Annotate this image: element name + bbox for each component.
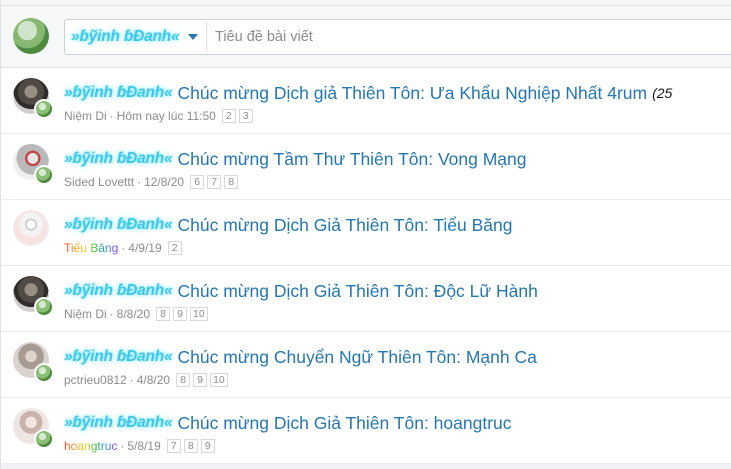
thread-date[interactable]: 5/8/19 [127,439,160,453]
thread-meta: hoangtruc · 5/8/19 7 8 9 [64,438,215,454]
last-poster-avatar[interactable] [34,297,54,317]
page-jump: 7 8 9 [166,439,215,453]
panel-bottom-border [1,464,731,469]
thread-prefix-label[interactable]: »ɓỹinh ɓĐanh« [64,282,173,300]
page-link[interactable]: 3 [238,109,253,123]
author-name-link[interactable]: hoangtruc [64,439,117,453]
thread-date[interactable]: 4/8/20 [137,373,170,387]
last-poster-avatar[interactable] [34,363,54,383]
author-name-link[interactable]: Tiểu Băng [64,241,118,255]
thread-title-line: »ɓỹinh ɓĐanh« Chúc mừng Dịch Giả Thiên T… [64,213,724,237]
meta-separator: · [109,109,114,123]
author-name-link[interactable]: Sided Lovettt [64,175,134,189]
thread-prefix-label[interactable]: »ɓỹinh ɓĐanh« [64,150,173,168]
page-link[interactable]: 8 [183,439,198,453]
thread-date[interactable]: 4/9/19 [128,241,161,255]
thread-meta: pctrieu0812 · 4/8/20 8 9 10 [64,372,228,388]
thread-prefix-label[interactable]: »ɓỹinh ɓĐanh« [64,348,173,366]
page-link[interactable]: 10 [190,307,208,321]
meta-separator: · [121,241,126,255]
thread-row: »ɓỹinh ɓĐanh« Chúc mừng Chuyển Ngữ Thiên… [1,332,731,398]
thread-date[interactable]: 8/8/20 [117,307,150,321]
page-jump: 8 9 10 [156,307,208,321]
meta-separator: · [129,373,134,387]
page-link[interactable]: 9 [193,373,208,387]
thread-date[interactable]: Hôm nay lúc 11:50 [117,109,216,123]
page-link[interactable]: 10 [210,373,228,387]
thread-title-link[interactable]: Chúc mừng Dịch Giả Thiên Tôn: Độc Lữ Hàn… [178,281,538,302]
thread-title-line: »ɓỹinh ɓĐanh« Chúc mừng Chuyển Ngữ Thiên… [64,345,724,369]
thread-title-link[interactable]: Chúc mừng Dịch Giả Thiên Tôn: hoangtruc [178,413,512,434]
page-jump: 6 7 8 [190,175,239,189]
current-user-avatar[interactable] [13,18,49,54]
thread-prefix-label[interactable]: »ɓỹinh ɓĐanh« [64,216,173,234]
page-link[interactable]: 9 [200,439,215,453]
page-link[interactable]: 8 [224,175,239,189]
thread-meta: Sided Lovettt · 12/8/20 6 7 8 [64,174,239,190]
page-link[interactable]: 8 [176,373,191,387]
thread-row: »ɓỹinh ɓĐanh« Chúc mừng Dịch Giả Thiên T… [1,200,731,266]
thread-title-extra: (25 [652,85,673,101]
page-link[interactable]: 2 [167,241,182,255]
last-poster-avatar[interactable] [34,165,54,185]
thread-row: »ɓỹinh ɓĐanh« Chúc mừng Dịch Giả Thiên T… [1,398,731,464]
prefix-dropdown[interactable]: »ɓỹinh ɓĐanh« [67,22,207,52]
thread-title-link[interactable]: Chúc mừng Dịch giả Thiên Tôn: Ưa Khẩu Ng… [178,83,648,104]
thread-row: »ɓỹinh ɓĐanh« Chúc mừng Dịch giả Thiên T… [1,68,731,134]
thread-row: »ɓỹinh ɓĐanh« Chúc mừng Dịch Giả Thiên T… [1,266,731,332]
page-link[interactable]: 7 [166,439,181,453]
thread-prefix-label[interactable]: »ɓỹinh ɓĐanh« [64,84,173,102]
meta-separator: · [109,307,114,321]
thread-title-line: »ɓỹinh ɓĐanh« Chúc mừng Dịch Giả Thiên T… [64,411,724,435]
page-link[interactable]: 6 [190,175,205,189]
thread-date[interactable]: 12/8/20 [144,175,184,189]
page-jump: 2 [167,241,182,255]
meta-separator: · [120,439,125,453]
page-jump: 2 3 [221,109,253,123]
thread-title-input[interactable] [211,22,726,52]
quick-thread-bar: »ɓỹinh ɓĐanh« [1,6,731,68]
thread-title-link[interactable]: Chúc mừng Dịch Giả Thiên Tôn: Tiểu Băng [178,215,513,236]
thread-title-link[interactable]: Chúc mừng Chuyển Ngữ Thiên Tôn: Mạnh Ca [178,347,537,368]
thread-row: »ɓỹinh ɓĐanh« Chúc mừng Tầm Thư Thiên Tô… [1,134,731,200]
thread-title-line: »ɓỹinh ɓĐanh« Chúc mừng Dịch giả Thiên T… [64,81,724,105]
thread-meta: Niệm Di · 8/8/20 8 9 10 [64,306,208,322]
last-poster-avatar[interactable] [34,429,54,449]
thread-list-panel: »ɓỹinh ɓĐanh« »ɓỹinh ɓĐanh« Chúc mừng Dị… [0,0,731,469]
page-link[interactable]: 9 [173,307,188,321]
thread-title-link[interactable]: Chúc mừng Tầm Thư Thiên Tôn: Vong Mạng [178,149,527,170]
page-jump: 8 9 10 [176,373,228,387]
chevron-down-icon [188,34,198,40]
thread-prefix-label[interactable]: »ɓỹinh ɓĐanh« [64,414,173,432]
author-name-link[interactable]: Niệm Di [64,307,107,321]
prefix-dropdown-label: »ɓỹinh ɓĐanh« [71,28,180,45]
last-poster-avatar[interactable] [34,99,54,119]
author-name-link[interactable]: Niệm Di [64,109,107,123]
page-link[interactable]: 8 [156,307,171,321]
author-name-link[interactable]: pctrieu0812 [64,373,127,387]
thread-title-line: »ɓỹinh ɓĐanh« Chúc mừng Tầm Thư Thiên Tô… [64,147,724,171]
meta-separator: · [137,175,142,189]
page-link[interactable]: 2 [221,109,236,123]
thread-title-line: »ɓỹinh ɓĐanh« Chúc mừng Dịch Giả Thiên T… [64,279,724,303]
thread-meta: Tiểu Băng · 4/9/19 2 [64,240,182,256]
thread-meta: Niệm Di · Hôm nay lúc 11:50 2 3 [64,108,253,124]
author-avatar[interactable] [13,210,49,246]
page-link[interactable]: 7 [207,175,222,189]
quick-thread-form: »ɓỹinh ɓĐanh« [64,19,731,55]
